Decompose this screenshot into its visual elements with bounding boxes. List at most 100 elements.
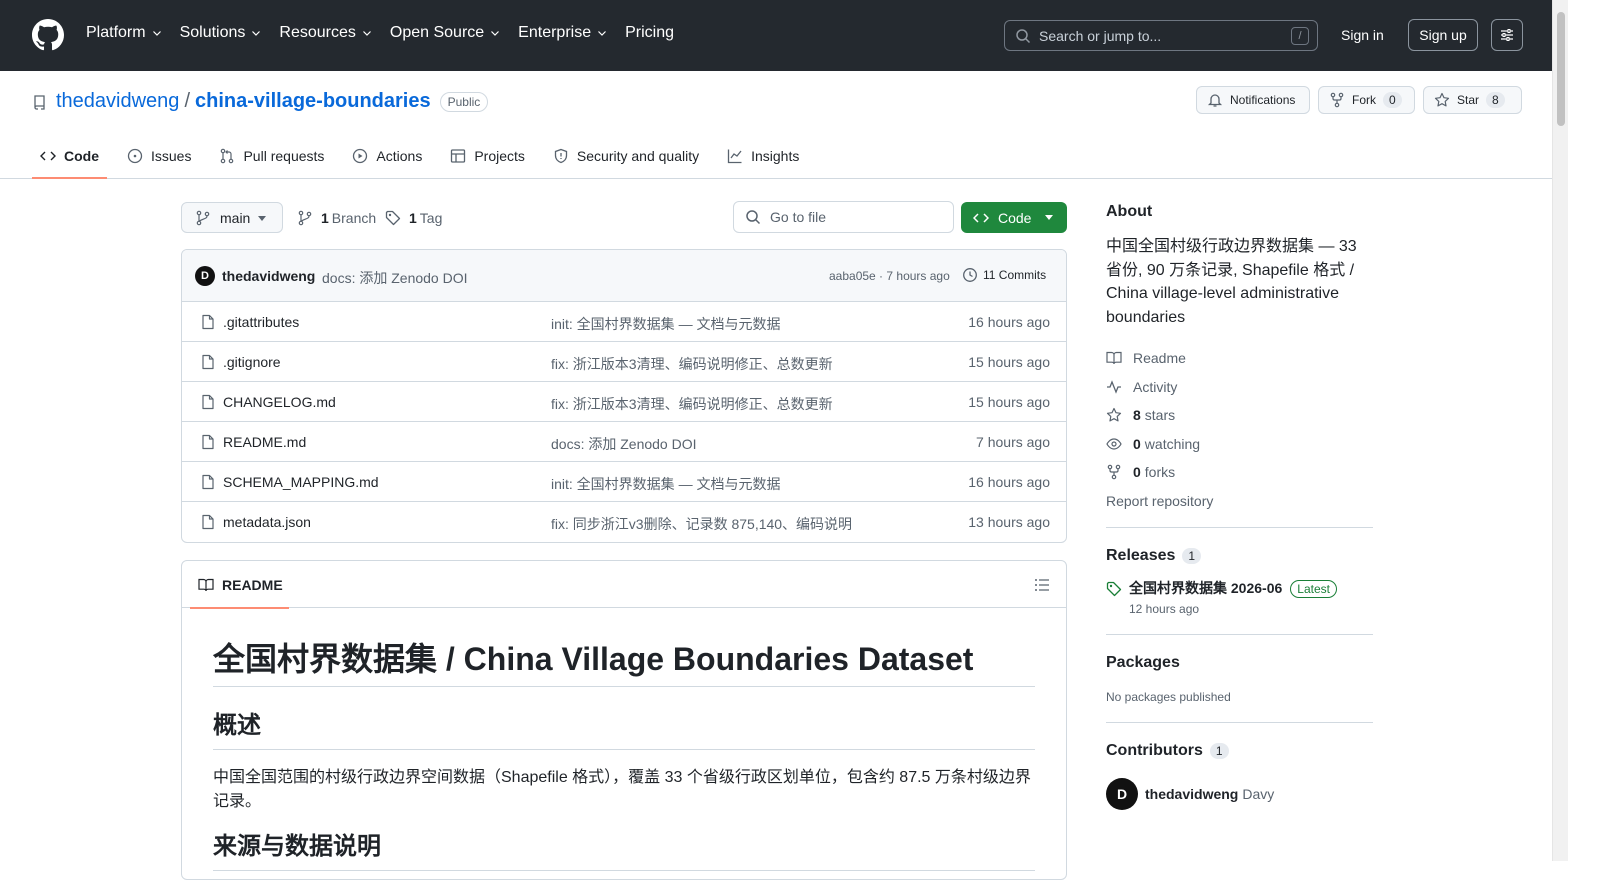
release-name[interactable]: 全国村界数据集 2026-06 xyxy=(1129,580,1282,596)
readme-link[interactable]: Readme xyxy=(1106,344,1373,373)
file-commit-time: 16 hours ago xyxy=(968,314,1050,330)
forks-link[interactable]: 0 forks xyxy=(1106,458,1373,487)
file-name-link[interactable]: CHANGELOG.md xyxy=(223,394,336,410)
global-header: Platform Solutions Resources Open Source… xyxy=(0,0,1552,71)
packages-empty: No packages published xyxy=(1106,689,1231,704)
avatar[interactable]: D xyxy=(195,266,215,286)
file-row: metadata.json fix: 同步浙江v3删除、记录数 875,140、编… xyxy=(182,502,1066,542)
file-name-link[interactable]: .gitattributes xyxy=(223,314,299,330)
forks-label: forks xyxy=(1144,464,1176,481)
branch-count: 1 xyxy=(321,210,329,226)
star-icon xyxy=(1434,92,1450,107)
readme-tab[interactable]: README xyxy=(190,561,289,609)
file-commit-message-link[interactable]: fix: 同步浙江v3删除、记录数 875,140、编码说明 xyxy=(551,514,852,534)
nav-solutions[interactable]: Solutions xyxy=(180,24,263,42)
commit-message-link[interactable]: docs: 添加 Zenodo DOI xyxy=(322,268,468,288)
release-item[interactable]: 全国村界数据集 2026-06 Latest 12 hours ago xyxy=(1106,578,1373,616)
tab-insights[interactable]: Insights xyxy=(719,133,807,179)
sign-in-link[interactable]: Sign in xyxy=(1341,27,1384,43)
file-browser: D thedavidweng docs: 添加 Zenodo DOI aaba0… xyxy=(181,249,1067,543)
repo-icon xyxy=(34,94,45,110)
tab-actions[interactable]: Actions xyxy=(344,133,430,179)
file-name-link[interactable]: SCHEMA_MAPPING.md xyxy=(223,474,379,490)
forks-count: 0 xyxy=(1133,464,1141,481)
nav-platform[interactable]: Platform xyxy=(86,24,163,42)
packages-header: Packages xyxy=(1106,654,1373,672)
branch-selector[interactable]: main xyxy=(181,202,283,233)
file-commit-message-link[interactable]: docs: 添加 Zenodo DOI xyxy=(551,434,697,454)
github-logo-icon[interactable] xyxy=(32,19,64,51)
sign-up-button[interactable]: Sign up xyxy=(1408,19,1478,51)
file-commit-message-link[interactable]: fix: 浙江版本3清理、编码说明修正、总数更新 xyxy=(551,394,833,414)
file-commit-message-link[interactable]: fix: 浙江版本3清理、编码说明修正、总数更新 xyxy=(551,354,833,374)
packages-title[interactable]: Packages xyxy=(1106,654,1180,672)
file-commit-message-link[interactable]: init: 全国村界数据集 — 文档与元数据 xyxy=(551,474,780,494)
divider xyxy=(1106,721,1373,723)
avatar[interactable]: D xyxy=(1106,777,1138,810)
watching-link[interactable]: 0 watching xyxy=(1106,430,1373,459)
nav-pricing[interactable]: Pricing xyxy=(625,24,674,42)
file-row: CHANGELOG.md fix: 浙江版本3清理、编码说明修正、总数更新 15 h… xyxy=(182,382,1066,422)
repo-owner-link[interactable]: thedavidweng xyxy=(56,90,179,113)
branches-link[interactable]: 1 Branch xyxy=(297,210,376,226)
nav-resources[interactable]: Resources xyxy=(279,24,372,42)
tag-icon xyxy=(385,210,401,226)
branch-name: main xyxy=(220,209,251,226)
tab-pull-requests[interactable]: Pull requests xyxy=(211,133,332,179)
tab-issues[interactable]: Issues xyxy=(119,133,199,179)
tags-link[interactable]: 1 Tag xyxy=(385,210,442,226)
contributors-title[interactable]: Contributors xyxy=(1106,742,1203,760)
releases-count: 1 xyxy=(1182,547,1202,564)
tag-count: 1 xyxy=(409,210,417,226)
divider xyxy=(1106,633,1373,635)
settings-menu-button[interactable] xyxy=(1491,19,1523,51)
notifications-button[interactable]: Notifications xyxy=(1196,86,1310,114)
tab-code[interactable]: Code xyxy=(32,133,107,179)
nav-open-source[interactable]: Open Source xyxy=(390,24,501,42)
nav-enterprise[interactable]: Enterprise xyxy=(518,24,608,42)
chevron-down-icon xyxy=(252,31,261,36)
readme-heading-overview: 概述 xyxy=(213,687,1035,751)
go-to-file-placeholder: Go to file xyxy=(770,209,827,225)
file-row: SCHEMA_MAPPING.md init: 全国村界数据集 — 文档与元数据 1… xyxy=(182,462,1066,502)
tab-projects[interactable]: Projects xyxy=(442,133,533,179)
activity-link[interactable]: Activity xyxy=(1106,373,1373,402)
chevron-down-icon xyxy=(362,31,371,36)
fork-icon xyxy=(1107,464,1121,480)
code-button[interactable]: Code xyxy=(961,202,1067,233)
contributor-item[interactable]: D thedavidweng Davy xyxy=(1106,777,1373,810)
readme-link-label: Readme xyxy=(1133,350,1186,367)
go-to-file-input[interactable]: Go to file xyxy=(733,201,954,233)
file-name-link[interactable]: README.md xyxy=(223,434,306,450)
report-repository-link[interactable]: Report repository xyxy=(1106,493,1373,509)
releases-title[interactable]: Releases xyxy=(1106,547,1175,565)
repo-tabs: Code Issues Pull requests Actions Projec… xyxy=(32,133,819,179)
tab-security[interactable]: Security and quality xyxy=(545,133,707,179)
latest-commit-bar: D thedavidweng docs: 添加 Zenodo DOI aaba0… xyxy=(182,250,1066,302)
contributor-username[interactable]: thedavidweng xyxy=(1145,786,1238,802)
visibility-badge: Public xyxy=(439,91,489,112)
fork-button[interactable]: Fork 0 xyxy=(1318,86,1415,114)
notifications-label: Notifications xyxy=(1230,93,1296,107)
page-scrollbar[interactable] xyxy=(1552,0,1568,861)
commit-author-link[interactable]: thedavidweng xyxy=(222,268,315,284)
commits-history-link[interactable]: 11 Commits xyxy=(962,267,1046,283)
scrollbar-thumb[interactable] xyxy=(1557,12,1565,126)
file-name-link[interactable]: metadata.json xyxy=(223,514,311,530)
star-button[interactable]: Star 8 xyxy=(1423,86,1522,114)
file-commit-time: 7 hours ago xyxy=(976,434,1050,450)
shield-icon xyxy=(554,148,568,164)
graph-icon xyxy=(727,149,742,164)
file-icon xyxy=(202,434,214,450)
search-input[interactable]: Search or jump to... / xyxy=(1004,20,1318,51)
file-row: README.md docs: 添加 Zenodo DOI 7 hours ago xyxy=(182,422,1066,462)
file-commit-message-link[interactable]: init: 全国村界数据集 — 文档与元数据 xyxy=(551,314,780,334)
stars-link[interactable]: 8 stars xyxy=(1106,401,1373,430)
outline-list-icon[interactable] xyxy=(1034,577,1050,593)
contributors-count: 1 xyxy=(1209,742,1229,759)
repo-name-link[interactable]: china-village-boundaries xyxy=(195,90,431,113)
search-icon xyxy=(746,210,761,225)
readme-title: 全国村界数据集 / China Village Boundaries Datas… xyxy=(213,608,1035,688)
commit-hash-link[interactable]: aaba05e · 7 hours ago xyxy=(829,269,950,283)
file-name-link[interactable]: .gitignore xyxy=(223,354,281,370)
